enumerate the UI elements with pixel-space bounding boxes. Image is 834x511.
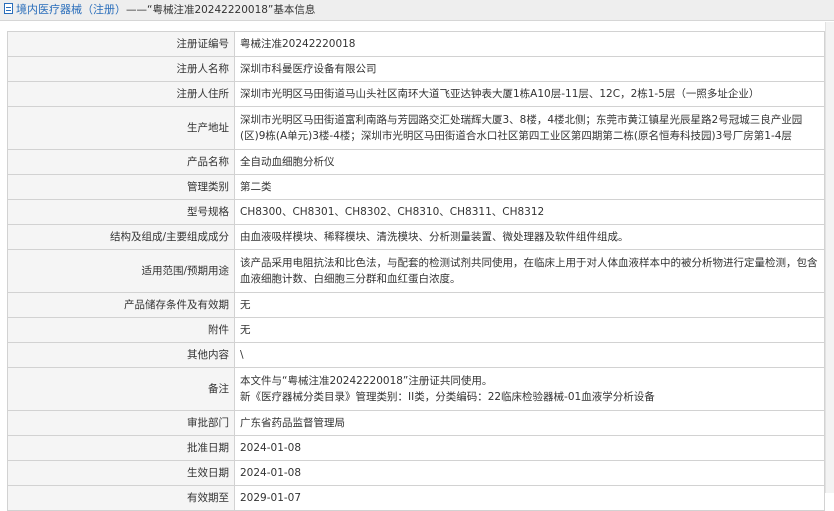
field-label: 生效日期 — [7, 460, 235, 486]
table-row: 其他内容 \ — [7, 342, 825, 368]
field-label: 其他内容 — [7, 342, 235, 368]
table-row: 适用范围/预期用途 该产品采用电阻抗法和比色法，与配套的检测试剂共同使用，在临床… — [7, 249, 825, 293]
field-value: 本文件与“粤械注准20242220018”注册证共同使用。 新《医疗器械分类目录… — [234, 367, 825, 411]
field-value: 广东省药品监督管理局 — [234, 410, 825, 436]
field-label: 适用范围/预期用途 — [7, 249, 235, 293]
document-icon — [4, 3, 13, 14]
field-label: 型号规格 — [7, 199, 235, 225]
field-label: 审批部门 — [7, 410, 235, 436]
field-label: 注册人名称 — [7, 56, 235, 82]
field-value: 深圳市光明区马田街道富利南路与芳园路交汇处瑞辉大厦3、8楼，4楼北侧；东莞市黄江… — [234, 106, 825, 150]
table-row: 备注 本文件与“粤械注准20242220018”注册证共同使用。 新《医疗器械分… — [7, 367, 825, 411]
table-row: 结构及组成/主要组成成分 由血液吸样模块、稀释模块、清洗模块、分析测量装置、微处… — [7, 224, 825, 250]
remark-line: 本文件与“粤械注准20242220018”注册证共同使用。 — [240, 375, 493, 387]
header-separator: —— — [126, 4, 147, 16]
field-label: 注册人住所 — [7, 81, 235, 107]
table-row: 生效日期 2024-01-08 — [7, 460, 825, 486]
field-label: 批准日期 — [7, 435, 235, 461]
table-row: 管理类别 第二类 — [7, 174, 825, 200]
field-label: 有效期至 — [7, 485, 235, 511]
field-value: 深圳市光明区马田街道马山头社区南环大道飞亚达钟表大厦1栋A10层-11层、12C… — [234, 81, 825, 107]
table-row: 附件 无 — [7, 317, 825, 343]
table-row: 型号规格 CH8300、CH8301、CH8302、CH8310、CH8311、… — [7, 199, 825, 225]
field-value: 第二类 — [234, 174, 825, 200]
field-value: CH8300、CH8301、CH8302、CH8310、CH8311、CH831… — [234, 199, 825, 225]
vertical-scrollbar[interactable] — [825, 22, 834, 493]
field-value: 2029-01-07 — [234, 485, 825, 511]
page-header: 境内医疗器械（注册）——“粤械注准20242220018”基本信息 — [0, 0, 834, 21]
table-row: 批准日期 2024-01-08 — [7, 435, 825, 461]
field-value: 无 — [234, 292, 825, 318]
table-row: 有效期至 2029-01-07 — [7, 485, 825, 511]
table-row: 注册人住所 深圳市光明区马田街道马山头社区南环大道飞亚达钟表大厦1栋A10层-1… — [7, 81, 825, 107]
field-value: 该产品采用电阻抗法和比色法，与配套的检测试剂共同使用，在临床上用于对人体血液样本… — [234, 249, 825, 293]
field-label: 结构及组成/主要组成成分 — [7, 224, 235, 250]
field-value: \ — [234, 342, 825, 368]
field-label: 生产地址 — [7, 106, 235, 150]
field-label: 产品储存条件及有效期 — [7, 292, 235, 318]
table-row: 审批部门 广东省药品监督管理局 — [7, 410, 825, 436]
table-row: 产品名称 全自动血细胞分析仪 — [7, 149, 825, 175]
remark-line: 新《医疗器械分类目录》管理类别：II类，分类编码：22临床检验器械-01血液学分… — [240, 391, 655, 403]
field-label: 产品名称 — [7, 149, 235, 175]
field-value: 深圳市科曼医疗设备有限公司 — [234, 56, 825, 82]
table-row: 产品储存条件及有效期 无 — [7, 292, 825, 318]
field-label: 管理类别 — [7, 174, 235, 200]
table-row: 注册人名称 深圳市科曼医疗设备有限公司 — [7, 56, 825, 82]
field-label: 注册证编号 — [7, 31, 235, 57]
field-label: 备注 — [7, 367, 235, 411]
table-row: 生产地址 深圳市光明区马田街道富利南路与芳园路交汇处瑞辉大厦3、8楼，4楼北侧；… — [7, 106, 825, 150]
page-title: “粤械注准20242220018”基本信息 — [147, 4, 316, 16]
info-table: 注册证编号 粤械注准20242220018 注册人名称 深圳市科曼医疗设备有限公… — [7, 31, 825, 511]
field-value: 由血液吸样模块、稀释模块、清洗模块、分析测量装置、微处理器及软件组件组成。 — [234, 224, 825, 250]
field-value: 全自动血细胞分析仪 — [234, 149, 825, 175]
field-value: 2024-01-08 — [234, 435, 825, 461]
table-row: 注册证编号 粤械注准20242220018 — [7, 31, 825, 57]
field-value: 粤械注准20242220018 — [234, 31, 825, 57]
field-label: 附件 — [7, 317, 235, 343]
category-link[interactable]: 境内医疗器械（注册） — [16, 3, 126, 16]
field-value: 无 — [234, 317, 825, 343]
field-value: 2024-01-08 — [234, 460, 825, 486]
